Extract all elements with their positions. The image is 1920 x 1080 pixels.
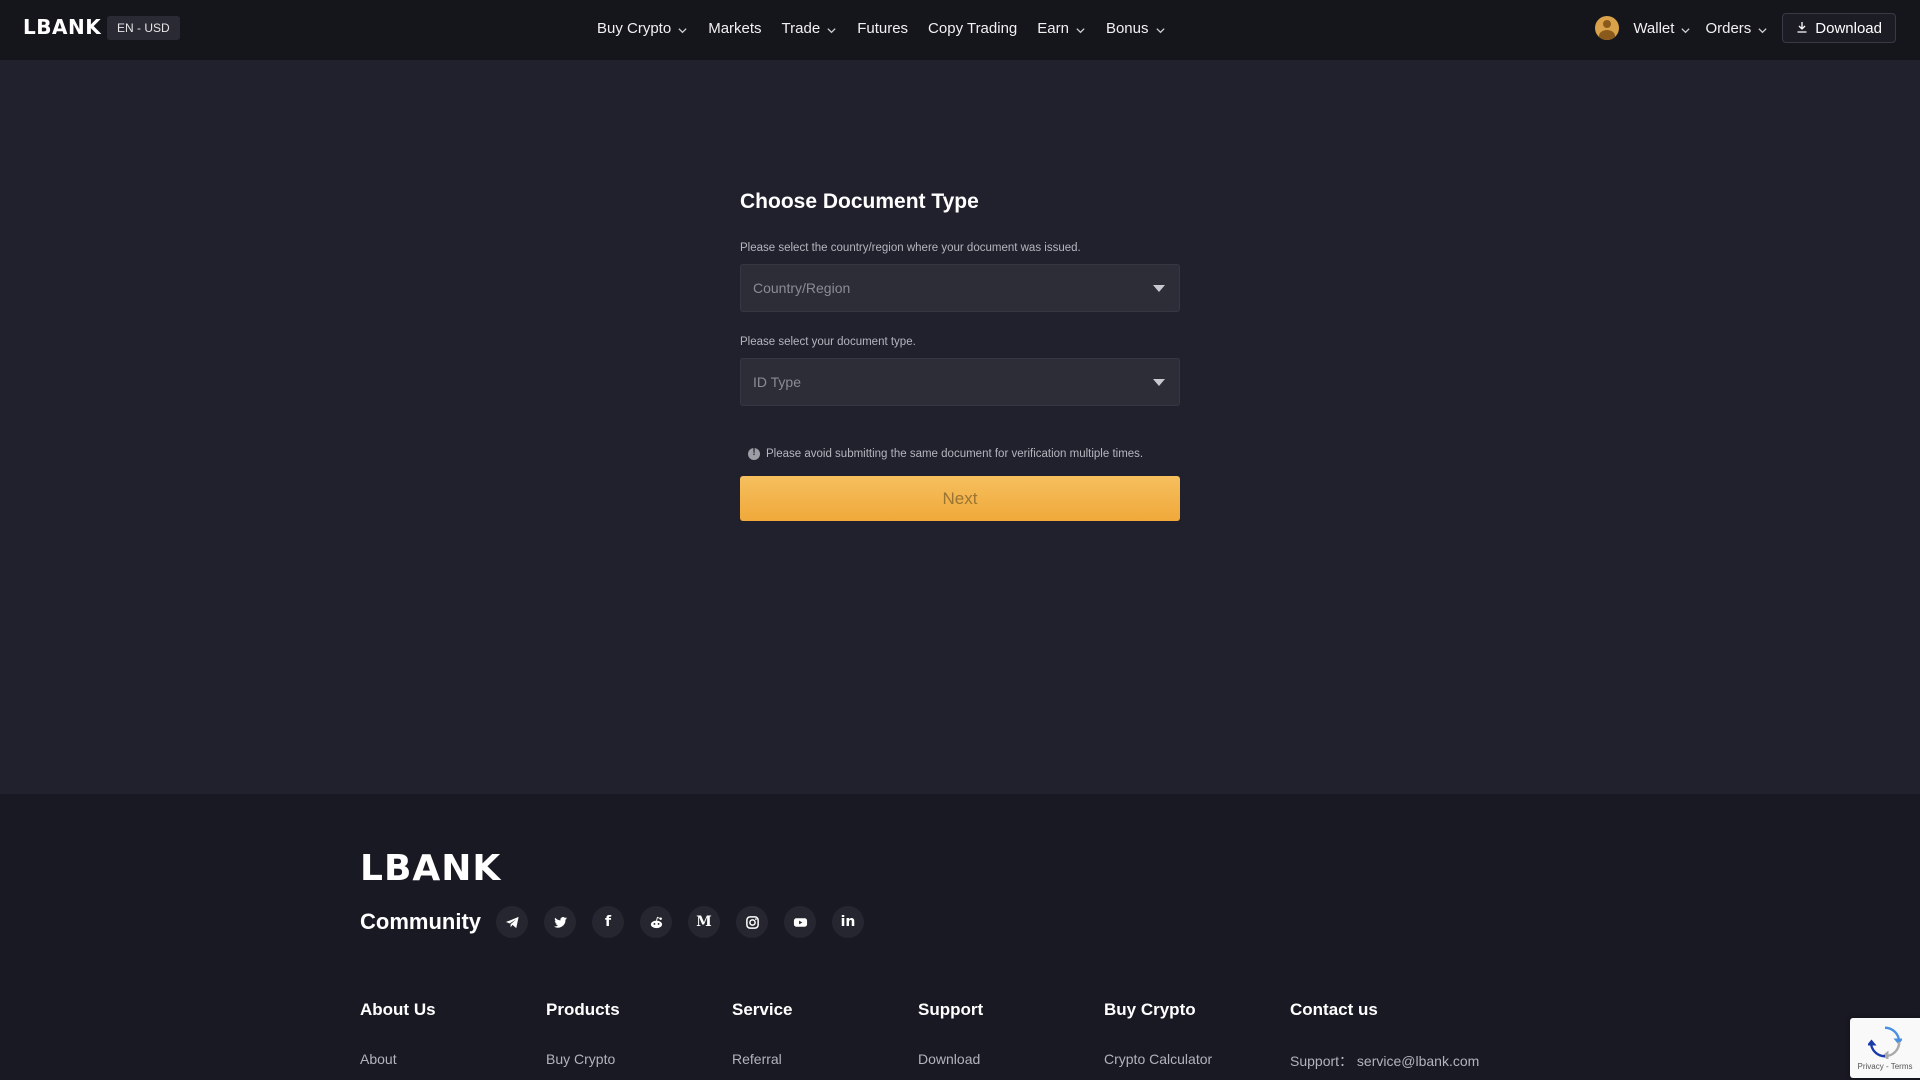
verification-notice: Please avoid submitting the same documen… <box>740 447 1180 460</box>
telegram-icon[interactable] <box>496 906 528 938</box>
menu-item-label: Trade <box>781 19 821 37</box>
recaptcha-icon <box>1866 1025 1904 1061</box>
country-region-placeholder: Country/Region <box>753 280 851 296</box>
menu-item-trade[interactable]: Trade <box>782 20 838 37</box>
id-type-select[interactable]: ID Type <box>740 358 1180 406</box>
menu-item-label: Futures <box>857 19 909 37</box>
menu-item-buy-crypto[interactable]: Buy Crypto <box>597 20 688 37</box>
footer-col-service: Service Referral <box>732 1000 918 1071</box>
country-field-label: Please select the country/region where y… <box>740 242 1081 254</box>
wallet-menu[interactable]: Wallet <box>1633 20 1691 37</box>
community-title: Community <box>360 909 481 934</box>
facebook-icon[interactable]: f <box>592 906 624 938</box>
footer-col-buy-crypto: Buy Crypto Crypto Calculator <box>1104 1000 1290 1071</box>
account-nav: Wallet Orders Download <box>1595 12 1896 44</box>
footer-col-title: Service <box>732 1000 793 1019</box>
footer-col-title: Support <box>918 1000 984 1019</box>
next-button[interactable]: Next <box>740 476 1180 521</box>
download-button[interactable]: Download <box>1782 13 1896 43</box>
footer-link-referral[interactable]: Referral <box>732 1051 918 1067</box>
reddit-icon[interactable] <box>640 906 672 938</box>
recaptcha-badge[interactable]: Privacy - Terms <box>1850 1018 1920 1078</box>
footer-columns: About Us About Products Buy Crypto Servi… <box>360 1000 1479 1071</box>
footer-col-title: Contact us <box>1290 1000 1378 1019</box>
footer: LBANK Community f M in About Us About Pr… <box>0 794 1920 1080</box>
chevron-down-icon <box>1155 23 1166 34</box>
menu-item-label: Markets <box>708 19 762 37</box>
footer-link-support-email[interactable]: Support： service@lbank.com <box>1290 1051 1479 1071</box>
orders-label: Orders <box>1705 19 1752 37</box>
footer-link-about[interactable]: About <box>360 1051 546 1067</box>
chevron-down-icon <box>1757 23 1768 34</box>
language-currency-selector[interactable]: EN - USD <box>107 16 180 40</box>
menu-item-label: Earn <box>1037 19 1069 37</box>
footer-col-title: Buy Crypto <box>1104 1000 1196 1019</box>
chevron-down-icon <box>826 23 837 34</box>
menu-item-label: Copy Trading <box>928 19 1018 37</box>
caret-down-icon <box>1153 378 1165 386</box>
menu-item-markets[interactable]: Markets <box>708 20 761 37</box>
menu-item-bonus[interactable]: Bonus <box>1106 20 1166 37</box>
menu-item-copy-trading[interactable]: Copy Trading <box>928 20 1017 37</box>
menu-item-earn[interactable]: Earn <box>1037 20 1086 37</box>
menu-item-futures[interactable]: Futures <box>857 20 908 37</box>
top-navbar: LBANK EN - USD Buy Crypto Markets Trade … <box>0 0 1920 60</box>
instagram-icon[interactable] <box>736 906 768 938</box>
footer-col-contact-us: Contact us Support： service@lbank.com <box>1290 1000 1479 1071</box>
footer-link-download[interactable]: Download <box>918 1051 1104 1067</box>
linkedin-icon[interactable]: in <box>832 906 864 938</box>
menu-item-label: Buy Crypto <box>597 19 672 37</box>
avatar[interactable] <box>1595 16 1620 40</box>
download-icon <box>1796 20 1808 37</box>
lbank-logo[interactable]: LBANK <box>23 15 101 39</box>
footer-col-products: Products Buy Crypto <box>546 1000 732 1071</box>
id-type-placeholder: ID Type <box>753 374 801 390</box>
chevron-down-icon <box>677 23 688 34</box>
wallet-label: Wallet <box>1633 19 1675 37</box>
community-row: Community f M in <box>360 906 880 938</box>
chevron-down-icon <box>1680 23 1691 34</box>
twitter-icon[interactable] <box>544 906 576 938</box>
page-title: Choose Document Type <box>740 190 979 213</box>
info-icon <box>748 447 760 460</box>
document-type-field-label: Please select your document type. <box>740 336 916 348</box>
document-type-form: Choose Document Type Please select the c… <box>740 190 1180 521</box>
footer-col-title: Products <box>546 1000 620 1019</box>
caret-down-icon <box>1153 284 1165 292</box>
youtube-icon[interactable] <box>784 906 816 938</box>
footer-col-support: Support Download <box>918 1000 1104 1071</box>
footer-logo: LBANK <box>360 848 502 889</box>
footer-link-crypto-calculator[interactable]: Crypto Calculator <box>1104 1051 1290 1067</box>
orders-menu[interactable]: Orders <box>1705 20 1768 37</box>
medium-icon[interactable]: M <box>688 906 720 938</box>
chevron-down-icon <box>1075 23 1086 34</box>
download-label: Download <box>1815 19 1882 37</box>
footer-link-buy-crypto[interactable]: Buy Crypto <box>546 1051 732 1067</box>
footer-col-title: About Us <box>360 1000 436 1019</box>
menu-item-label: Bonus <box>1105 19 1149 37</box>
recaptcha-terms[interactable]: Privacy - Terms <box>1858 1062 1913 1071</box>
footer-col-about-us: About Us About <box>360 1000 546 1071</box>
country-region-select[interactable]: Country/Region <box>740 264 1180 312</box>
main-menu: Buy Crypto Markets Trade Futures Copy Tr… <box>597 0 1166 56</box>
notice-text: Please avoid submitting the same documen… <box>766 448 1144 460</box>
